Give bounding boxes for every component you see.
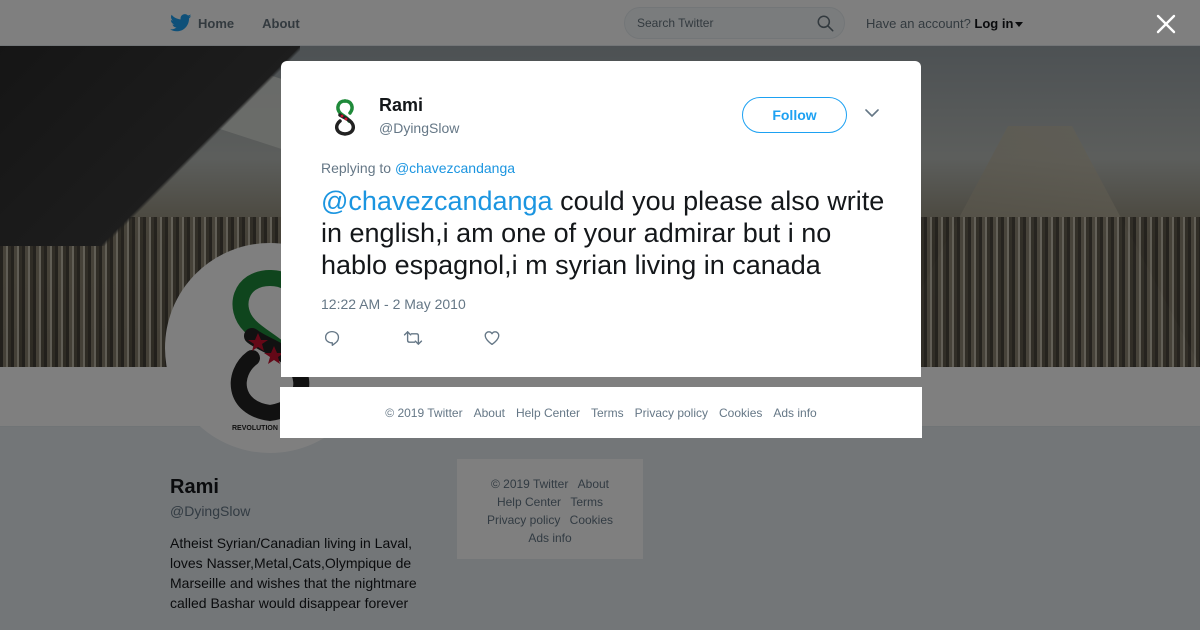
tweet-author-name[interactable]: Rami bbox=[379, 95, 423, 116]
replying-prefix: Replying to bbox=[321, 160, 392, 176]
tweet-timestamp[interactable]: 12:22 AM - 2 May 2010 bbox=[321, 296, 466, 312]
revolution-logo-icon bbox=[335, 99, 355, 136]
replying-to: Replying to @chavezcandanga bbox=[321, 160, 515, 176]
replying-to-link[interactable]: @chavezcandanga bbox=[395, 160, 515, 176]
tweet-mention-link[interactable]: @chavezcandanga bbox=[321, 186, 553, 216]
overlay-top bbox=[0, 0, 1200, 46]
retweet-action[interactable] bbox=[403, 329, 483, 347]
heart-icon[interactable] bbox=[483, 329, 501, 347]
close-icon[interactable] bbox=[1154, 12, 1178, 36]
modal-footer-terms[interactable]: Terms bbox=[591, 406, 624, 420]
retweet-icon[interactable] bbox=[403, 329, 423, 347]
modal-footer: © 2019 Twitter About Help Center Terms P… bbox=[280, 387, 922, 438]
chevron-down-icon[interactable] bbox=[865, 108, 879, 118]
tweet-avatar[interactable] bbox=[321, 95, 369, 143]
modal-footer-cookies[interactable]: Cookies bbox=[719, 406, 762, 420]
tweet-modal: Rami @DyingSlow Follow Replying to @chav… bbox=[281, 61, 921, 377]
reply-action[interactable] bbox=[323, 329, 403, 347]
like-action[interactable] bbox=[483, 329, 563, 347]
modal-footer-help[interactable]: Help Center bbox=[516, 406, 580, 420]
tweet-author-handle[interactable]: @DyingSlow bbox=[379, 120, 459, 136]
modal-footer-copyright: © 2019 Twitter bbox=[385, 405, 463, 420]
follow-button[interactable]: Follow bbox=[742, 97, 847, 133]
modal-footer-privacy[interactable]: Privacy policy bbox=[635, 406, 708, 420]
modal-footer-about[interactable]: About bbox=[474, 406, 505, 420]
modal-footer-ads[interactable]: Ads info bbox=[773, 406, 816, 420]
reply-icon[interactable] bbox=[323, 329, 341, 347]
tweet-actions bbox=[323, 329, 563, 347]
tweet-text: @chavezcandanga could you please also wr… bbox=[321, 185, 891, 281]
